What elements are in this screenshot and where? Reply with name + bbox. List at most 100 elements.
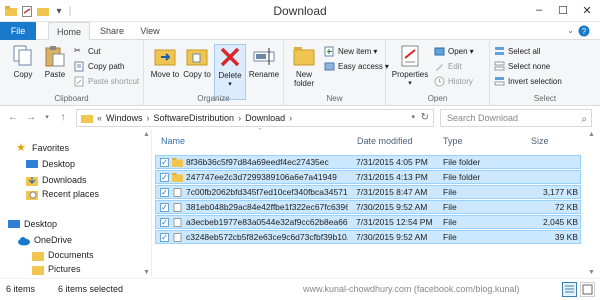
row-checkbox[interactable]: ✓ — [160, 158, 169, 167]
copy-button[interactable]: Copy — [8, 44, 38, 79]
delete-dropdown-icon[interactable]: ▾ — [215, 80, 245, 88]
cell-type: File folder — [443, 172, 481, 182]
large-icons-view-button[interactable] — [580, 282, 595, 297]
paste-icon — [45, 46, 65, 67]
forward-arrow-icon[interactable]: → — [24, 111, 38, 125]
copy-path-button[interactable]: Copy path — [74, 60, 124, 72]
refresh-icon[interactable]: ↻ — [421, 112, 429, 123]
column-date-modified[interactable]: Date modified — [351, 131, 435, 151]
help-icon[interactable]: ? — [578, 25, 590, 39]
table-row[interactable]: ✓ c3248eb572cb5f82e63ce9c6d73cfbf39b10...… — [155, 230, 581, 244]
nav-onedrive[interactable]: OneDrive — [18, 233, 72, 247]
address-dropdown-icon[interactable]: ▾ — [411, 113, 415, 121]
properties-button[interactable]: Properties ▾ — [390, 44, 430, 87]
paste-shortcut-button[interactable]: Paste shortcut — [74, 75, 139, 87]
address-overflow-icon[interactable]: « — [97, 113, 102, 123]
select-none-button[interactable]: Select none — [494, 60, 550, 72]
item-count: 6 items — [6, 284, 36, 294]
open-button[interactable]: Open ▾ — [434, 45, 474, 57]
cell-type: File — [443, 232, 457, 242]
invert-selection-icon — [494, 76, 505, 85]
new-item-button[interactable]: New item ▾ — [324, 45, 377, 57]
file-icon — [173, 218, 182, 227]
cell-name: c3248eb572cb5f82e63ce9c6d73cfbf39b10... — [186, 232, 348, 242]
breadcrumb-windows[interactable]: Windows — [106, 113, 143, 123]
table-row[interactable]: ✓ 247747ee2c3d7299389106a6e7a41949 7/31/20… — [155, 170, 581, 184]
row-checkbox[interactable]: ✓ — [160, 218, 169, 227]
organize-group-label: Organize — [197, 94, 230, 103]
nav-desktop-root[interactable]: Desktop — [8, 217, 57, 231]
row-checkbox[interactable]: ✓ — [160, 188, 169, 197]
new-item-icon — [324, 46, 334, 56]
move-to-button[interactable]: Move to — [150, 44, 180, 79]
column-type[interactable]: Type — [437, 131, 523, 151]
edit-button[interactable]: Edit — [434, 60, 462, 72]
select-all-button[interactable]: Select all — [494, 45, 540, 57]
nav-recent-places[interactable]: Recent places — [26, 187, 99, 201]
row-checkbox[interactable]: ✓ — [160, 233, 169, 242]
recent-locations-icon[interactable]: ▾ — [40, 111, 54, 125]
details-view-button[interactable] — [562, 282, 577, 297]
downloads-icon — [26, 176, 38, 186]
column-size[interactable]: Size — [525, 131, 581, 151]
cut-label: Cut — [88, 46, 101, 56]
maximize-button[interactable]: ☐ — [552, 2, 574, 18]
breadcrumb-chevron-icon[interactable]: › — [289, 113, 292, 123]
nav-pictures-label: Pictures — [48, 264, 81, 274]
breadcrumb-download[interactable]: Download — [245, 113, 285, 123]
nav-documents[interactable]: Documents — [32, 248, 94, 262]
cut-button[interactable]: ✂ Cut — [74, 45, 100, 57]
row-checkbox[interactable]: ✓ — [160, 173, 169, 182]
new-folder-button[interactable]: New folder — [288, 44, 320, 88]
tab-view[interactable]: View — [134, 22, 166, 40]
invert-selection-button[interactable]: Invert selection — [494, 75, 562, 87]
invert-selection-label: Invert selection — [508, 76, 562, 86]
column-name[interactable]: Name — [155, 131, 350, 151]
paste-button[interactable]: Paste — [40, 44, 70, 79]
desktop-root-icon — [8, 219, 20, 228]
edit-label: Edit — [448, 61, 462, 71]
rename-button[interactable]: Rename — [248, 44, 280, 79]
list-scroll-down-icon[interactable]: ▼ — [588, 269, 595, 276]
history-icon — [434, 76, 445, 86]
breadcrumb-chevron-icon[interactable]: › — [147, 113, 150, 123]
back-arrow-icon[interactable]: ← — [6, 111, 20, 125]
navigation-pane: ★ Favorites Desktop Downloads Recent pla… — [0, 129, 152, 277]
address-field[interactable]: « Windows › SoftwareDistribution › Downl… — [76, 109, 434, 127]
nav-desktop[interactable]: Desktop — [26, 157, 75, 171]
minimize-button[interactable]: – — [528, 2, 550, 18]
nav-favorites[interactable]: ★ Favorites — [16, 141, 69, 155]
folder-icon — [172, 158, 183, 167]
table-row[interactable]: ✓ 8f36b36c5f97d84a69eedf4ec27435ec 7/31/20… — [155, 155, 581, 169]
nav-pictures[interactable]: Pictures — [32, 262, 81, 276]
up-arrow-icon[interactable]: ↑ — [56, 111, 70, 125]
select-group: Select all Select none Invert selection … — [490, 40, 600, 106]
breadcrumb-chevron-icon[interactable]: › — [238, 113, 241, 123]
search-input[interactable]: Search Download ⌕ — [440, 109, 592, 127]
copy-to-label: Copy to — [183, 70, 211, 79]
copy-to-button[interactable]: Copy to — [182, 44, 212, 79]
ribbon-collapse-icon[interactable]: ⌄ — [567, 26, 574, 35]
history-button[interactable]: History — [434, 75, 473, 87]
properties-dropdown-icon[interactable]: ▾ — [390, 79, 430, 87]
delete-button[interactable]: Delete ▾ — [214, 44, 246, 100]
easy-access-label: Easy access — [338, 61, 383, 71]
table-row[interactable]: ✓ 381eb048b29ac84e42ffbe1f322ec67fc6396..… — [155, 200, 581, 214]
nav-scroll-up-icon[interactable]: ▲ — [143, 131, 150, 138]
nav-scroll-down-icon[interactable]: ▼ — [143, 269, 150, 276]
tab-file[interactable]: File — [0, 22, 36, 40]
tab-home[interactable]: Home — [48, 22, 90, 41]
list-scroll-up-icon[interactable]: ▲ — [588, 131, 595, 138]
tab-share[interactable]: Share — [94, 22, 130, 40]
easy-access-button[interactable]: Easy access ▾ — [324, 60, 389, 72]
table-row[interactable]: ✓ a3ecbeb1977e83a0544e32af9cc62b8ea66c...… — [155, 215, 581, 229]
breadcrumb-softwaredistribution[interactable]: SoftwareDistribution — [154, 113, 235, 123]
row-checkbox[interactable]: ✓ — [160, 203, 169, 212]
cell-date-modified: 7/31/2015 12:54 PM — [356, 217, 433, 227]
table-row[interactable]: ✓ 7c00fb2062bfd345f7ed10cef340fbca34571..… — [155, 185, 581, 199]
history-label: History — [448, 76, 473, 86]
nav-downloads[interactable]: Downloads — [26, 173, 87, 187]
open-dropdown-icon: ▾ — [469, 46, 474, 56]
copy-path-icon — [74, 61, 84, 71]
close-button[interactable]: ✕ — [576, 2, 598, 18]
